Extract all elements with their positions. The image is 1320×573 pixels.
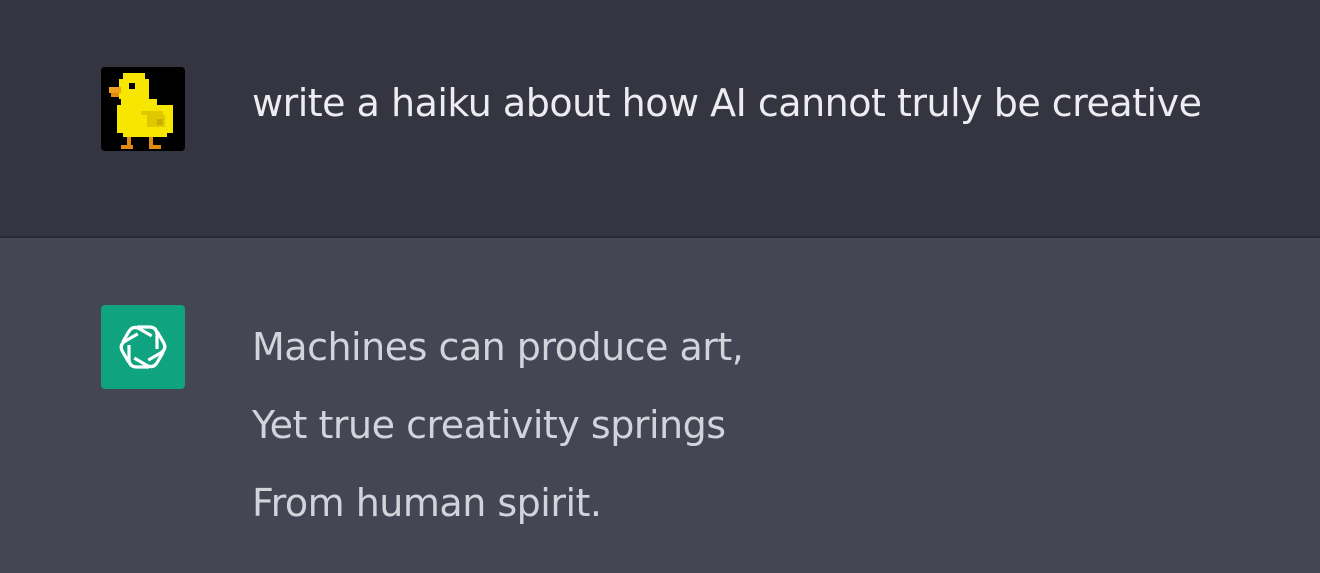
assistant-avatar (101, 305, 185, 389)
assistant-message-text: Machines can produce art, Yet true creat… (252, 322, 744, 556)
haiku-line-3: From human spirit. (252, 481, 602, 525)
assistant-message: Machines can produce art, Yet true creat… (0, 238, 1320, 573)
chat-conversation: write a haiku about how AI cannot truly … (0, 0, 1320, 573)
openai-logo-icon (119, 325, 167, 369)
haiku-line-1: Machines can produce art, (252, 325, 744, 369)
haiku-line-2: Yet true creativity springs (252, 403, 726, 447)
user-message: write a haiku about how AI cannot truly … (0, 0, 1320, 236)
user-avatar (101, 67, 185, 151)
pixel-duck-icon (101, 67, 185, 151)
user-message-text: write a haiku about how AI cannot truly … (252, 81, 1202, 125)
